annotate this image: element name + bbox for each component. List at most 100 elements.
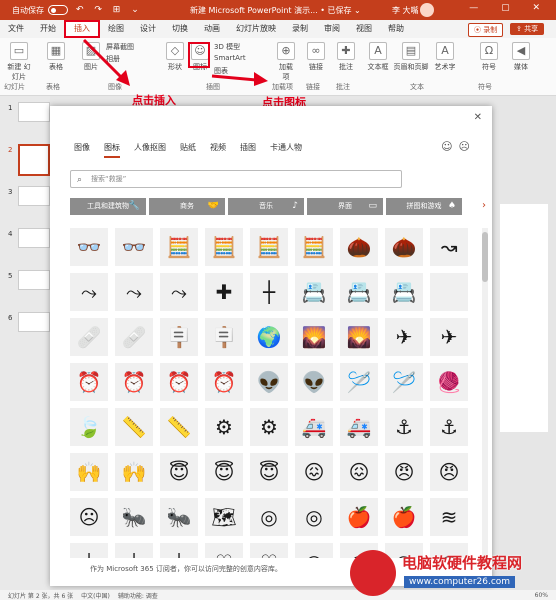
quick-access-toolbar[interactable]: ↶ ↷ ⊞ ⌄ (76, 5, 143, 15)
link-button[interactable]: ∞ 链接 (306, 42, 326, 72)
tab-help[interactable]: 帮助 (380, 20, 412, 38)
icon-cell[interactable]: 👽 (250, 363, 288, 401)
search-input[interactable]: ⌕ 搜索“救援” (70, 170, 402, 188)
icon-cell[interactable]: 🌰 (340, 228, 378, 266)
icon-cell[interactable]: 📇 (340, 273, 378, 311)
share-button[interactable]: ⇪ 共享 (510, 23, 545, 35)
icon-cell[interactable]: 🪧 (160, 318, 198, 356)
icon-cell[interactable]: 📇 (385, 273, 423, 311)
icon-cell[interactable]: ⚙ (205, 408, 243, 446)
category-business[interactable]: 商务 🤝 (149, 198, 225, 215)
dialog-tab-videos[interactable]: 视频 (210, 142, 226, 158)
icon-cell[interactable]: 😇 (160, 453, 198, 491)
icon-cell[interactable]: 😠 (385, 453, 423, 491)
icon-cell[interactable]: ↝ (430, 228, 468, 266)
smartart-button[interactable]: SmartArt (214, 54, 256, 62)
tab-draw[interactable]: 绘图 (100, 20, 132, 38)
icon-cell[interactable]: ◠ (295, 543, 333, 558)
media-button[interactable]: ◀ 媒体 (510, 42, 532, 72)
icon-cell[interactable]: ◎ (250, 498, 288, 536)
icon-cell[interactable]: 😖 (340, 453, 378, 491)
icon-cell[interactable]: 🍎 (385, 498, 423, 536)
icon-cell[interactable]: 🧶 (430, 363, 468, 401)
icon-cell[interactable]: ♡ (205, 543, 243, 558)
icon-cell[interactable]: 🩹 (115, 318, 153, 356)
icon-cell[interactable]: ♡ (250, 543, 288, 558)
icon-cell[interactable]: ⚓ (430, 408, 468, 446)
icon-cell[interactable]: 🧮 (160, 228, 198, 266)
icon-cell[interactable]: 📏 (160, 408, 198, 446)
tab-record[interactable]: 录制 (284, 20, 316, 38)
slide-canvas[interactable] (500, 204, 548, 432)
icon-cell[interactable]: ⏚ (70, 543, 108, 558)
icon-cell[interactable]: 🌄 (340, 318, 378, 356)
category-music[interactable]: 音乐 ♪ (228, 198, 304, 215)
user-name[interactable]: 李 大嘴 (392, 5, 419, 16)
icon-cell[interactable]: ☹ (70, 498, 108, 536)
slide-thumbnail[interactable] (18, 312, 50, 332)
icon-cell[interactable]: 😇 (205, 453, 243, 491)
icon-cell[interactable]: ⏰ (205, 363, 243, 401)
slide-thumbnail[interactable] (18, 228, 50, 248)
table-button[interactable]: ▦ 表格 (44, 42, 68, 72)
accessibility-status[interactable]: 辅助功能: 调查 (118, 591, 158, 600)
icon-cell[interactable]: 🧮 (295, 228, 333, 266)
icon-cell[interactable]: 👓 (115, 228, 153, 266)
icon-cell[interactable]: 😇 (250, 453, 288, 491)
tab-view[interactable]: 视图 (348, 20, 380, 38)
scrollbar-thumb[interactable] (482, 232, 488, 282)
header-footer-button[interactable]: ▤ 页眉和页脚 (392, 42, 430, 72)
slide-thumbnail[interactable] (18, 102, 50, 122)
dialog-tab-stickers[interactable]: 贴纸 (180, 142, 196, 158)
tab-insert[interactable]: 插入 (64, 20, 100, 38)
icon-cell[interactable]: ◎ (295, 498, 333, 536)
textbox-button[interactable]: A 文本框 (366, 42, 390, 72)
icon-cell[interactable]: ⏚ (160, 543, 198, 558)
icon-cell[interactable]: 📇 (295, 273, 333, 311)
icon-cell[interactable]: ⤳ (70, 273, 108, 311)
dialog-tab-illustrations[interactable]: 插图 (240, 142, 256, 158)
icon-cell[interactable]: 👽 (295, 363, 333, 401)
symbol-button[interactable]: Ω 符号 (478, 42, 500, 72)
wordart-button[interactable]: A 艺术字 (432, 42, 458, 72)
new-slide-button[interactable]: ▭ 新建 幻灯片 (6, 42, 32, 82)
record-button[interactable]: ⦿ 录制 (468, 23, 504, 37)
icon-cell[interactable]: 🌄 (295, 318, 333, 356)
category-puzzles-games[interactable]: 拼图和游戏 ♠ (386, 198, 462, 215)
tab-transitions[interactable]: 切换 (164, 20, 196, 38)
dialog-tab-icons[interactable]: 图标 (104, 142, 120, 158)
icon-cell[interactable]: ⏰ (70, 363, 108, 401)
avatar[interactable] (420, 3, 434, 17)
icon-cell[interactable]: ┼ (250, 273, 288, 311)
icon-cell[interactable]: 🙌 (70, 453, 108, 491)
slide-thumbnail[interactable] (18, 186, 50, 206)
icon-cell[interactable]: ⤳ (160, 273, 198, 311)
slide-thumbnail[interactable] (18, 270, 50, 290)
addins-button[interactable]: ⊕ 加载项 (276, 42, 296, 82)
icon-cell[interactable]: 🙌 (115, 453, 153, 491)
scrollbar[interactable] (482, 228, 488, 568)
icon-cell[interactable]: 📏 (115, 408, 153, 446)
icon-cell[interactable]: ≋ (430, 498, 468, 536)
document-title[interactable]: 新建 Microsoft PowerPoint 演示... • 已保存 ⌄ (190, 5, 361, 16)
icon-cell[interactable]: ⏰ (115, 363, 153, 401)
dialog-tab-cutout-people[interactable]: 人像抠图 (134, 142, 166, 158)
icon-cell[interactable] (430, 273, 468, 311)
icon-cell[interactable]: 😖 (295, 453, 333, 491)
icon-cell[interactable]: 🍃 (70, 408, 108, 446)
icon-cell[interactable]: ✚ (205, 273, 243, 311)
close-icon[interactable]: ✕ (474, 112, 482, 123)
icon-cell[interactable]: 🗺 (205, 498, 243, 536)
icon-cell[interactable]: 🚑 (295, 408, 333, 446)
icon-cell[interactable]: ⏚ (115, 543, 153, 558)
icon-cell[interactable]: 👓 (70, 228, 108, 266)
icon-cell[interactable]: 🪡 (385, 363, 423, 401)
shapes-button[interactable]: ◇ 形状 (164, 42, 186, 72)
icon-cell[interactable]: ⚙ (250, 408, 288, 446)
icon-cell[interactable]: ✈ (385, 318, 423, 356)
icon-cell[interactable]: 🌍 (250, 318, 288, 356)
tab-design[interactable]: 设计 (132, 20, 164, 38)
tab-slideshow[interactable]: 幻灯片放映 (228, 20, 284, 38)
icon-cell[interactable]: 🪧 (205, 318, 243, 356)
category-interface[interactable]: 界面 ▭ (307, 198, 383, 215)
